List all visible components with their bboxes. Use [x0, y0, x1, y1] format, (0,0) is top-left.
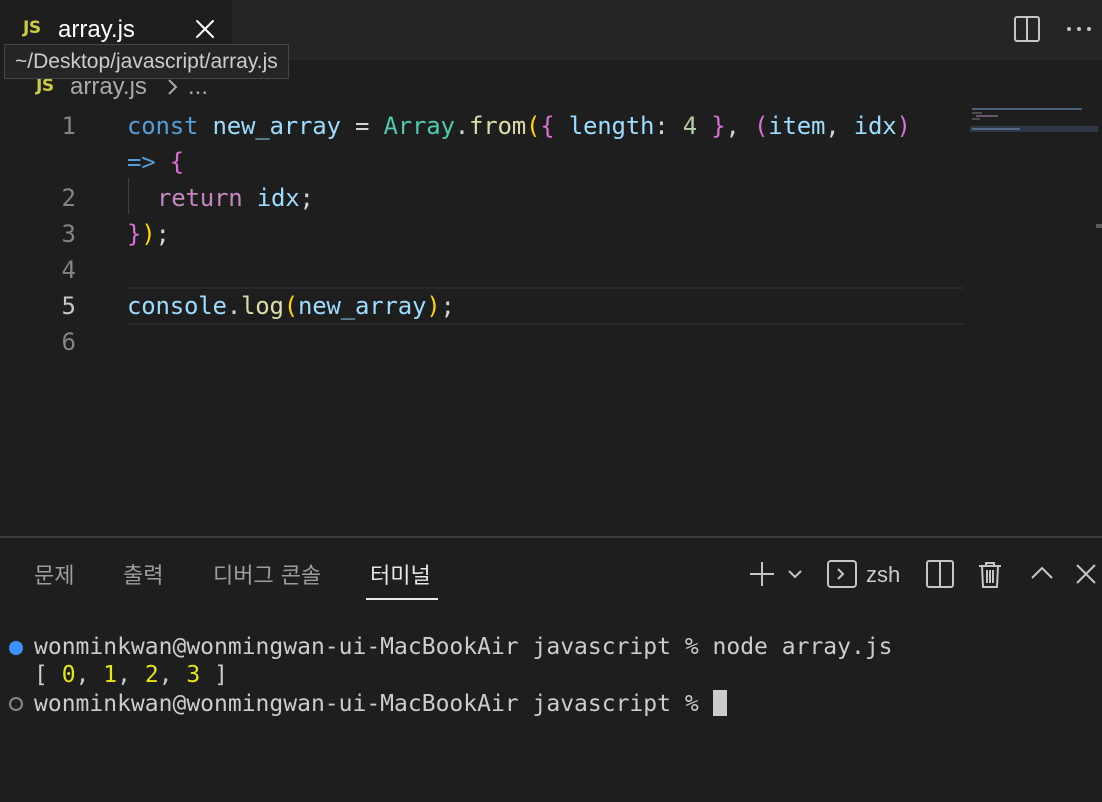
split-editor-icon[interactable]	[1012, 14, 1042, 44]
line-number-active: 5	[61, 292, 76, 320]
plus-icon[interactable]	[746, 558, 778, 590]
code-line-3: });	[127, 220, 170, 248]
more-actions-icon[interactable]	[1064, 14, 1094, 44]
javascript-file-icon: JS	[36, 76, 54, 96]
javascript-file-icon: JS	[23, 18, 41, 38]
terminal-icon[interactable]	[826, 558, 858, 590]
active-tab-indicator	[366, 598, 438, 600]
minimap[interactable]	[970, 104, 1098, 144]
trash-icon[interactable]	[974, 558, 1006, 590]
terminal-output-line: [ 0, 1, 2, 3 ]	[34, 662, 228, 688]
code-line-5: console.log(new_array);	[127, 292, 455, 320]
indent-guide	[128, 178, 129, 214]
command-success-dot	[9, 641, 23, 655]
tab-debug-console[interactable]: 디버그 콘솔	[213, 558, 321, 590]
line-number: 6	[61, 328, 76, 356]
line-number: 1	[61, 112, 76, 140]
chevron-down-icon[interactable]	[786, 558, 804, 590]
code-line-1-wrap: => {	[127, 148, 184, 176]
chevron-right-icon	[168, 79, 178, 95]
tab-output[interactable]: 출력	[123, 558, 163, 590]
chevron-up-icon[interactable]	[1026, 558, 1058, 590]
terminal-cursor	[712, 690, 727, 716]
line-number: 2	[61, 184, 76, 212]
close-icon[interactable]	[192, 16, 218, 42]
terminal-prompt-line[interactable]: wonminkwan@wonmingwan-ui-MacBookAir java…	[34, 690, 727, 717]
code-editor[interactable]: 1 2 3 4 5 6 const new_array = Array.from…	[0, 104, 1102, 536]
scrollbar-marker	[1096, 224, 1102, 228]
line-number: 3	[61, 220, 76, 248]
tab-filename: array.js	[58, 16, 135, 43]
terminal-line: wonminkwan@wonmingwan-ui-MacBookAir java…	[34, 634, 893, 660]
close-panel-icon[interactable]	[1070, 558, 1102, 590]
code-line-1: const new_array = Array.from({ length: 4…	[127, 112, 911, 140]
code-line-2: return idx;	[157, 184, 314, 212]
tab-terminal[interactable]: 터미널	[370, 558, 431, 590]
line-number: 4	[61, 256, 76, 284]
split-terminal-icon[interactable]	[924, 558, 956, 590]
command-pending-dot	[9, 697, 23, 711]
file-path-tooltip: ~/Desktop/javascript/array.js	[4, 44, 289, 79]
shell-label[interactable]: zsh	[866, 562, 900, 588]
bottom-panel: 문제 출력 디버그 콘솔 터미널 zsh wonminkwan@wonmingw…	[0, 536, 1102, 802]
tab-problems[interactable]: 문제	[34, 558, 74, 590]
